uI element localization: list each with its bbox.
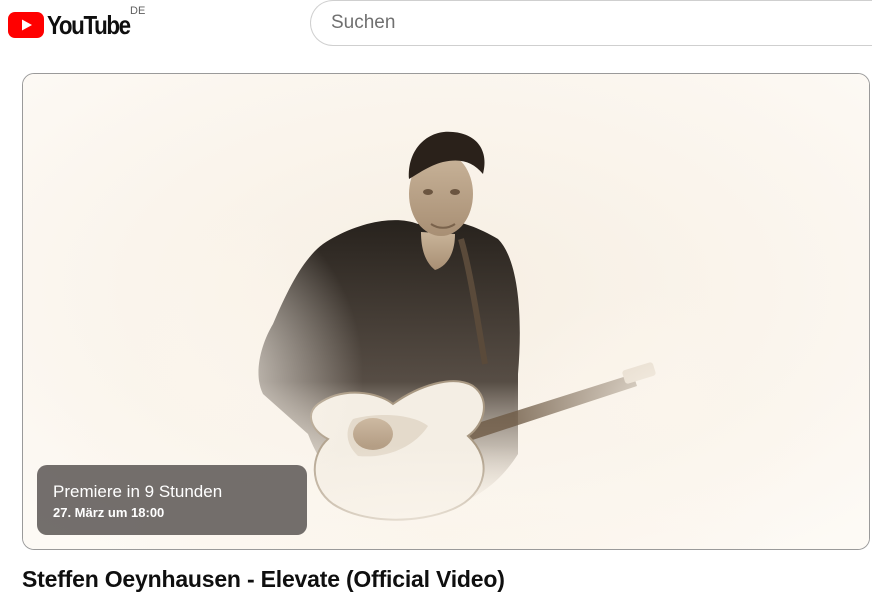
video-title: Steffen Oeynhausen - Elevate (Official V… [22,566,505,592]
video-player[interactable]: Premiere in 9 Stunden 27. März um 18:00 [22,73,870,550]
search-box[interactable] [310,0,872,46]
search-input[interactable] [331,1,851,45]
youtube-play-icon [8,12,44,38]
youtube-logo[interactable]: YouTube [8,9,143,41]
premiere-countdown: Premiere in 9 Stunden [53,482,223,501]
youtube-wordmark: YouTube [47,10,131,40]
premiere-overlay: Premiere in 9 Stunden 27. März um 18:00 [37,465,307,535]
premiere-date: 27. März um 18:00 [53,505,165,520]
country-code: DE [130,5,146,17]
masthead: YouTube DE [0,0,872,56]
